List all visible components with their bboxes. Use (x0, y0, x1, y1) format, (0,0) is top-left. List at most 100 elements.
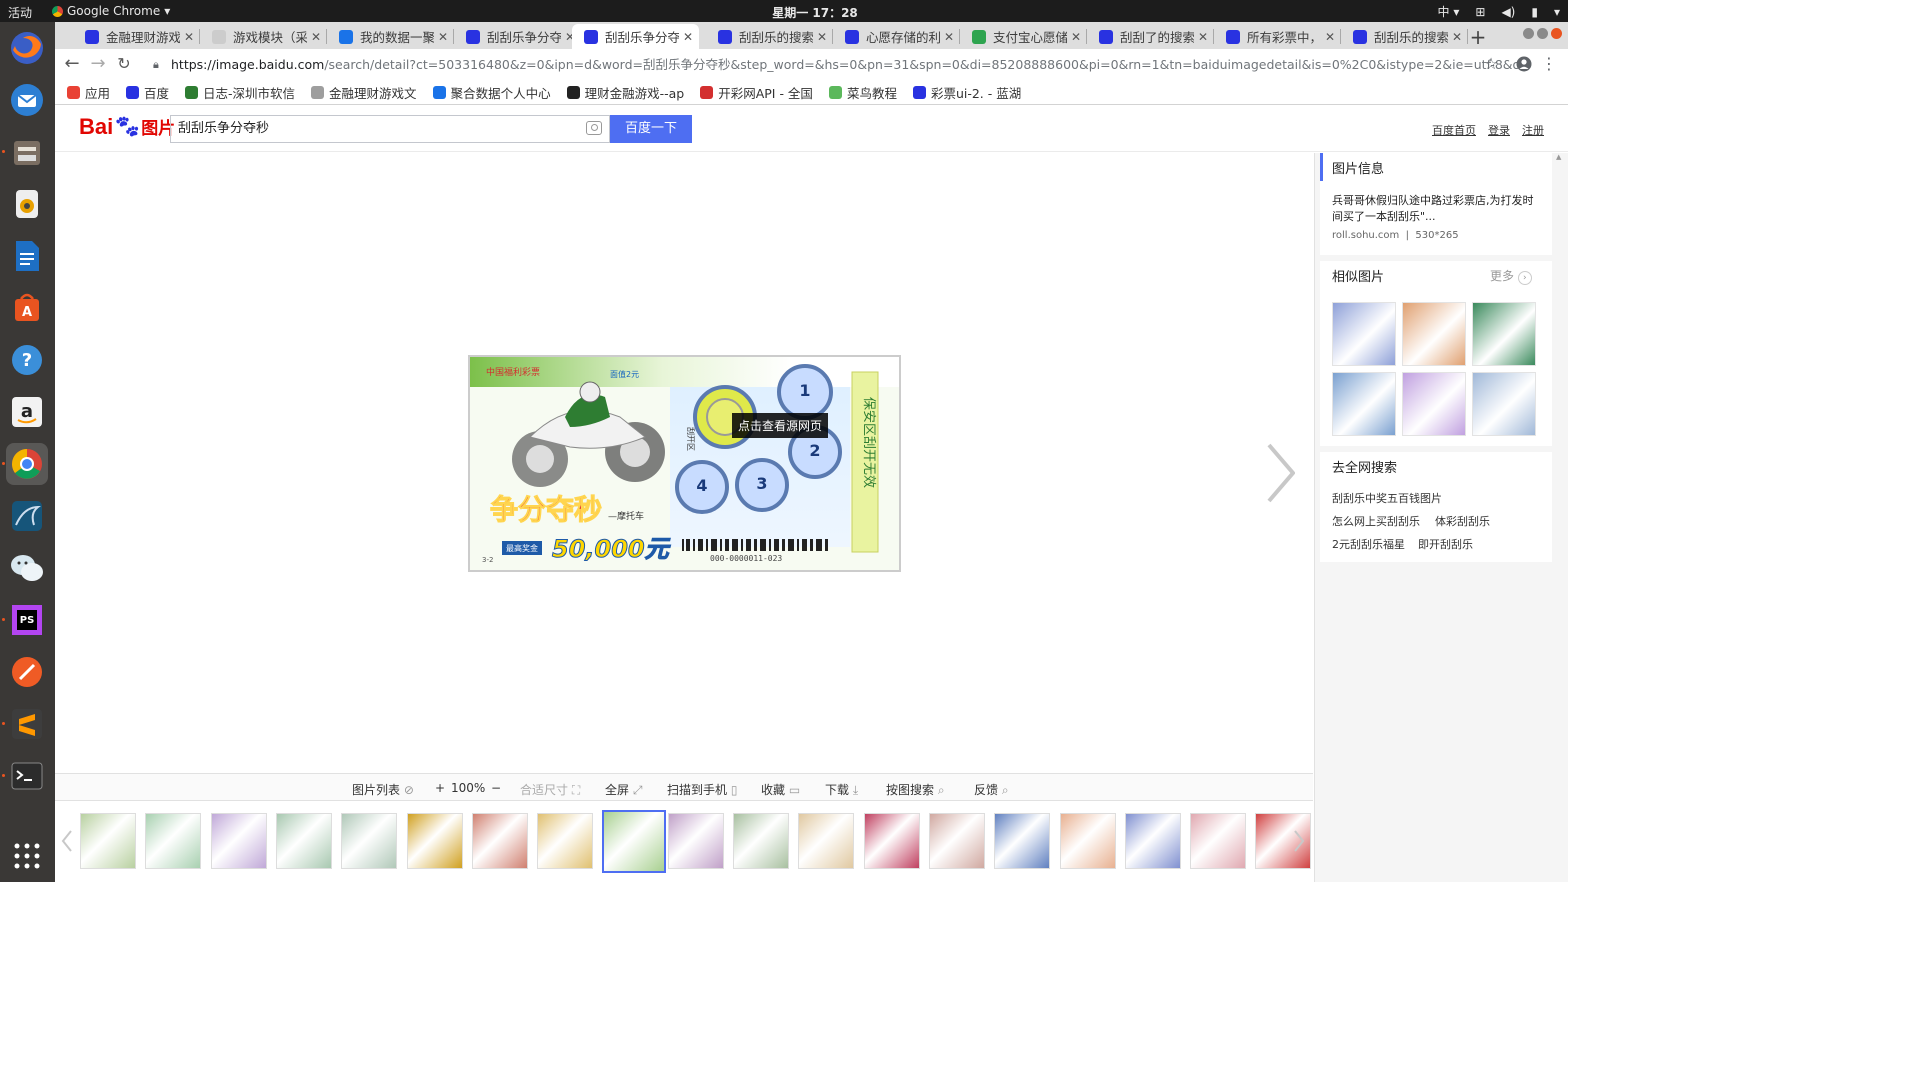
similar-image-thumb[interactable] (1332, 302, 1396, 366)
fit-size-button[interactable]: 合适尺寸 ⛶ (520, 781, 580, 798)
download-button[interactable]: 下载 ⤓ (825, 781, 858, 798)
forward-button[interactable]: → (87, 53, 109, 75)
firefox-icon[interactable] (6, 27, 48, 69)
scroll-up-icon[interactable]: ▲ (1556, 153, 1561, 161)
bookmark-item[interactable]: 应用 (67, 83, 110, 102)
tab[interactable]: 支付宝心愿储 ✕ (960, 24, 1087, 49)
tab-close-icon[interactable]: ✕ (311, 30, 321, 44)
baidu-image-logo[interactable]: Bai🐾︎图片 (79, 114, 175, 140)
scan-to-phone-button[interactable]: 扫描到手机 ▯ (667, 781, 737, 798)
register-link[interactable]: 注册 (1522, 122, 1544, 138)
filmstrip-thumb[interactable] (863, 813, 920, 869)
tab[interactable]: 金融理财游戏 ✕ (73, 24, 200, 49)
tab-close-icon[interactable]: ✕ (1325, 30, 1335, 44)
bookmark-star-icon[interactable]: ☆ (1480, 53, 1502, 75)
tab-close-icon[interactable]: ✕ (683, 30, 693, 44)
more-link[interactable]: 更多 › (1490, 267, 1532, 285)
maximize-button[interactable] (1537, 28, 1548, 39)
search-link-5[interactable]: 即开刮刮乐 (1418, 536, 1473, 552)
search-link-4[interactable]: 2元刮刮乐福星 (1332, 536, 1405, 552)
tab[interactable]: 刮刮乐的搜索 ✕ (706, 24, 833, 49)
main-image[interactable]: 中国福利彩票 面值2元 刮开区 1 2 3 4 保安区刮开无效 争分夺秒 —摩托… (468, 355, 901, 572)
login-link[interactable]: 登录 (1488, 122, 1510, 138)
phpstorm-icon[interactable]: PS (6, 599, 48, 641)
tab[interactable]: 所有彩票中， ✕ (1214, 24, 1341, 49)
back-button[interactable]: ← (61, 53, 83, 75)
tab-close-icon[interactable]: ✕ (1071, 30, 1081, 44)
feedback-button[interactable]: 反馈 ⌕ (974, 781, 1009, 798)
search-link-3[interactable]: 体彩刮刮乐 (1435, 513, 1490, 529)
similar-image-thumb[interactable] (1472, 302, 1536, 366)
search-by-image-button[interactable]: 按图搜索 ⌕ (886, 781, 945, 798)
fullscreen-button[interactable]: 全屏 ⤢ (605, 781, 642, 798)
tab-close-icon[interactable]: ✕ (438, 30, 448, 44)
tab[interactable]: 刮刮乐争分夺 ✕ (572, 24, 699, 49)
tab-close-icon[interactable]: ✕ (1452, 30, 1462, 44)
tab[interactable]: 游戏模块（采 ✕ (200, 24, 327, 49)
filmstrip-thumb[interactable] (602, 810, 667, 873)
reload-button[interactable]: ↻ (113, 53, 135, 75)
bookmark-item[interactable]: 百度 (126, 83, 169, 102)
search-input[interactable]: 刮刮乐争分夺秒 (170, 115, 610, 143)
activities-button[interactable]: 活动 (8, 4, 32, 21)
next-image-arrow[interactable] (1265, 443, 1296, 503)
filmstrip-thumb[interactable] (80, 813, 136, 869)
similar-image-thumb[interactable] (1472, 372, 1536, 436)
chrome-dock-icon[interactable] (6, 443, 48, 485)
tab[interactable]: 刮刮了的搜索 ✕ (1087, 24, 1214, 49)
clock[interactable]: 星期一 17：28 (760, 4, 870, 21)
filmstrip-thumb[interactable] (1059, 813, 1116, 869)
new-tab-button[interactable]: + (1468, 25, 1488, 49)
writer-icon[interactable] (6, 235, 48, 277)
app-menu[interactable]: Google Chrome ▾ (52, 4, 170, 18)
filmstrip-thumb[interactable] (1190, 813, 1247, 869)
show-applications-icon[interactable] (6, 835, 48, 877)
tab-close-icon[interactable]: ✕ (1198, 30, 1208, 44)
bookmark-item[interactable]: 菜鸟教程 (828, 83, 897, 102)
system-tray[interactable]: 中 ▾ ⊞ ◀) ▮ ▾ (1438, 3, 1560, 20)
software-center-icon[interactable]: A (6, 287, 48, 329)
bookmark-item[interactable]: 理财金融游戏--ap (566, 83, 684, 102)
files-icon[interactable] (6, 131, 48, 173)
tab-close-icon[interactable]: ✕ (184, 30, 194, 44)
filmstrip-thumb[interactable] (667, 813, 724, 869)
filmstrip-thumb[interactable] (275, 813, 332, 869)
filmstrip-thumb[interactable] (798, 813, 855, 869)
filmstrip-thumb[interactable] (471, 813, 528, 869)
close-window-button[interactable] (1551, 28, 1562, 39)
bookmark-item[interactable]: 日志-深圳市软信 (185, 83, 295, 102)
input-method-indicator[interactable]: 中 ▾ (1438, 3, 1460, 20)
sublime-icon[interactable] (6, 703, 48, 745)
tab[interactable]: 心愿存储的利 ✕ (833, 24, 960, 49)
chevron-left-icon[interactable] (61, 829, 73, 853)
similar-image-thumb[interactable] (1332, 372, 1396, 436)
filmstrip-thumb[interactable] (341, 813, 398, 869)
profile-icon[interactable] (1513, 53, 1535, 75)
amazon-icon[interactable]: a (6, 391, 48, 433)
bookmark-item[interactable]: 彩票ui-2. - 蓝湖 (912, 83, 1021, 102)
bookmark-item[interactable]: 开彩网API - 全国 (700, 83, 813, 102)
filmstrip-thumb[interactable] (994, 813, 1051, 869)
chevron-right-icon[interactable] (1293, 829, 1305, 853)
filmstrip-thumb[interactable] (537, 813, 594, 869)
tab[interactable]: 我的数据一聚 ✕ (327, 24, 454, 49)
filmstrip-thumb[interactable] (1124, 813, 1181, 869)
image-list-button[interactable]: 图片列表 ⊘ (352, 781, 414, 798)
image-description[interactable]: 兵哥哥休假归队途中路过彩票店,为打发时间买了一本刮刮乐"... (1332, 193, 1544, 225)
mysql-workbench-icon[interactable] (6, 495, 48, 537)
postman-icon[interactable] (6, 651, 48, 693)
zoom-in-button[interactable]: + (435, 781, 445, 795)
similar-image-thumb[interactable] (1402, 302, 1466, 366)
bookmark-item[interactable]: 金融理财游戏文 (311, 83, 417, 102)
address-bar[interactable]: 🔒︎ https://image.baidu.com/search/detail… (147, 53, 1529, 76)
favorite-button[interactable]: 收藏 ▭ (761, 781, 800, 798)
search-button[interactable]: 百度一下 (610, 115, 692, 143)
thunderbird-icon[interactable] (6, 79, 48, 121)
rhythmbox-icon[interactable] (6, 183, 48, 225)
wechat-icon[interactable] (6, 547, 48, 589)
filmstrip-thumb[interactable] (406, 813, 463, 869)
image-source[interactable]: roll.sohu.com (1332, 230, 1399, 241)
tab[interactable]: 刮刮乐争分夺 ✕ (454, 24, 581, 49)
search-link-1[interactable]: 刮刮乐中奖五百钱图片 (1332, 490, 1442, 506)
tab-close-icon[interactable]: ✕ (944, 30, 954, 44)
